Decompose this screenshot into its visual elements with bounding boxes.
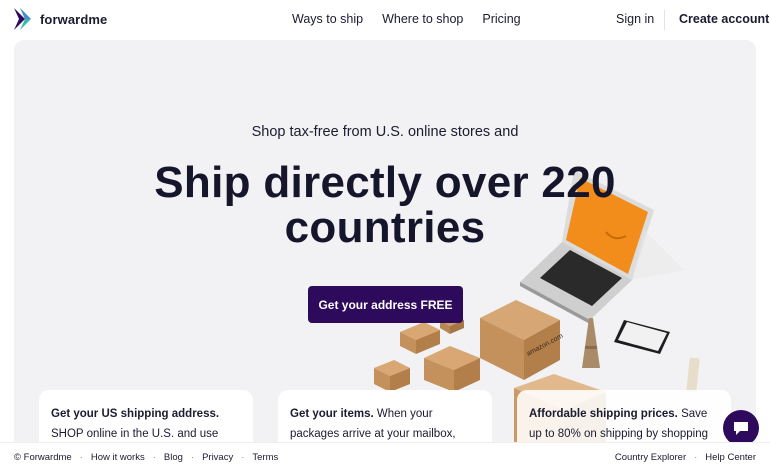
brand-name: forwardme	[40, 11, 108, 27]
logo-link[interactable]: forwardme	[14, 8, 107, 30]
footer-link-country-explorer[interactable]: Country Explorer	[615, 452, 686, 463]
feature-card-pricing: Affordable shipping prices. Save up to 8…	[517, 390, 731, 442]
hero-section: amazon.com Shop tax-free from U.S. onlin…	[14, 40, 756, 442]
card-body: SHOP online in the U.S. and use your U.S…	[51, 428, 219, 440]
separator: ·	[152, 452, 156, 463]
copyright: © Forwardme	[14, 452, 72, 463]
headline-line-1: Ship directly over 220	[154, 158, 616, 207]
eiffel-tower-image	[582, 318, 600, 368]
nav-ways-to-ship[interactable]: Ways to ship	[292, 12, 363, 26]
header-divider	[664, 10, 665, 30]
footer-left: © Forwardme · How it works · Blog · Priv…	[14, 452, 278, 463]
main-nav: Ways to ship Where to shop Pricing	[292, 12, 521, 26]
forwardme-logo-icon	[14, 8, 31, 30]
hero-headline: Ship directly over 220 countries	[14, 160, 756, 250]
footer-link-help-center[interactable]: Help Center	[705, 452, 756, 463]
footer-right: Country Explorer · Help Center	[615, 452, 756, 463]
chat-icon	[734, 422, 748, 435]
site-footer: © Forwardme · How it works · Blog · Priv…	[0, 442, 770, 470]
chat-launcher-button[interactable]	[723, 410, 759, 446]
footer-link-privacy[interactable]: Privacy	[202, 452, 233, 463]
separator: ·	[694, 452, 698, 463]
card-title: Get your US shipping address.	[51, 408, 220, 420]
phone-image	[614, 320, 670, 354]
nav-where-to-shop[interactable]: Where to shop	[382, 12, 463, 26]
card-title: Get your items.	[290, 408, 374, 420]
separator: ·	[190, 452, 195, 463]
sign-in-link[interactable]: Sign in	[616, 12, 654, 26]
feature-card-address: Get your US shipping address. SHOP onlin…	[39, 390, 253, 442]
card-title: Affordable shipping prices.	[529, 408, 678, 420]
separator: ·	[79, 452, 83, 463]
separator: ·	[241, 452, 245, 463]
footer-link-blog[interactable]: Blog	[164, 452, 183, 463]
hero-subtitle: Shop tax-free from U.S. online stores an…	[251, 124, 519, 140]
feature-card-items: Get your items. When your packages arriv…	[278, 390, 492, 442]
headline-line-2: countries	[284, 203, 486, 252]
footer-link-how-it-works[interactable]: How it works	[91, 452, 145, 463]
create-account-link[interactable]: Create account	[679, 12, 769, 26]
pisa-tower-image	[686, 357, 700, 393]
site-header: forwardme Ways to ship Where to shop Pri…	[0, 0, 770, 40]
nav-pricing[interactable]: Pricing	[482, 12, 520, 26]
get-address-button[interactable]: Get your address FREE	[308, 286, 463, 323]
footer-link-terms[interactable]: Terms	[252, 452, 278, 463]
